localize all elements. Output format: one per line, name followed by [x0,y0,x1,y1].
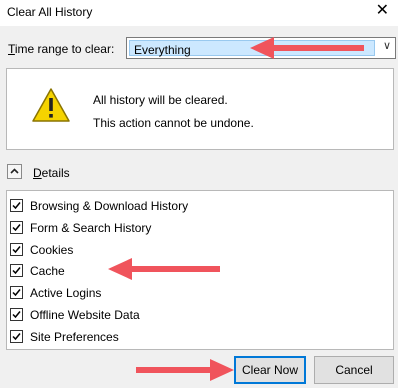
checkbox-label: Form & Search History [30,220,152,235]
checkbox[interactable] [10,308,23,321]
details-label: Details [33,166,70,180]
check-icon [12,289,21,297]
annotation-arrow-clear-now [136,359,234,381]
time-range-label-rest: ime range to clear: [14,42,115,56]
checkbox[interactable] [10,286,23,300]
check-icon [12,202,21,210]
time-range-value: Everything [134,43,191,57]
check-icon [12,332,21,340]
checkbox[interactable] [10,220,23,234]
checkbox-label: Site Preferences [30,329,119,344]
checkbox-label: Cookies [30,242,74,257]
annotation-arrow-time-range [250,37,364,59]
checkbox[interactable] [10,199,23,212]
check-icon [12,223,21,231]
clear-now-button[interactable]: Clear Now [234,356,306,384]
check-icon [12,267,21,275]
check-icon [12,311,21,319]
checkbox-label: Cache [30,264,65,279]
cancel-button[interactable]: Cancel [314,356,394,384]
check-icon [12,245,21,253]
checkbox[interactable] [10,264,23,278]
chevron-down-icon[interactable]: ∨ [383,39,391,52]
checkbox-label: Offline Website Data [30,308,140,322]
warning-text-line1: All history will be cleared. [93,93,228,107]
annotation-arrow-cache [108,258,220,280]
window-title: Clear All History [7,5,93,19]
title-bar: Clear All History ✕ [0,0,398,26]
chevron-up-icon [10,168,19,174]
close-icon[interactable]: ✕ [376,2,389,20]
warning-text-line2: This action cannot be undone. [93,116,254,130]
details-label-rest: etails [41,166,70,180]
checkbox-label: Browsing & Download History [30,199,189,213]
checkbox[interactable] [10,329,23,343]
details-label-mnemonic: D [33,166,42,180]
warning-icon [32,88,70,122]
checkbox[interactable] [10,242,23,256]
time-range-label: Time range to clear: [8,42,114,56]
checkbox-label: Active Logins [30,286,102,301]
warning-box: All history will be cleared. This action… [6,68,394,150]
time-range-label-mnemonic: T [8,42,15,56]
details-toggle-button[interactable] [7,164,22,179]
